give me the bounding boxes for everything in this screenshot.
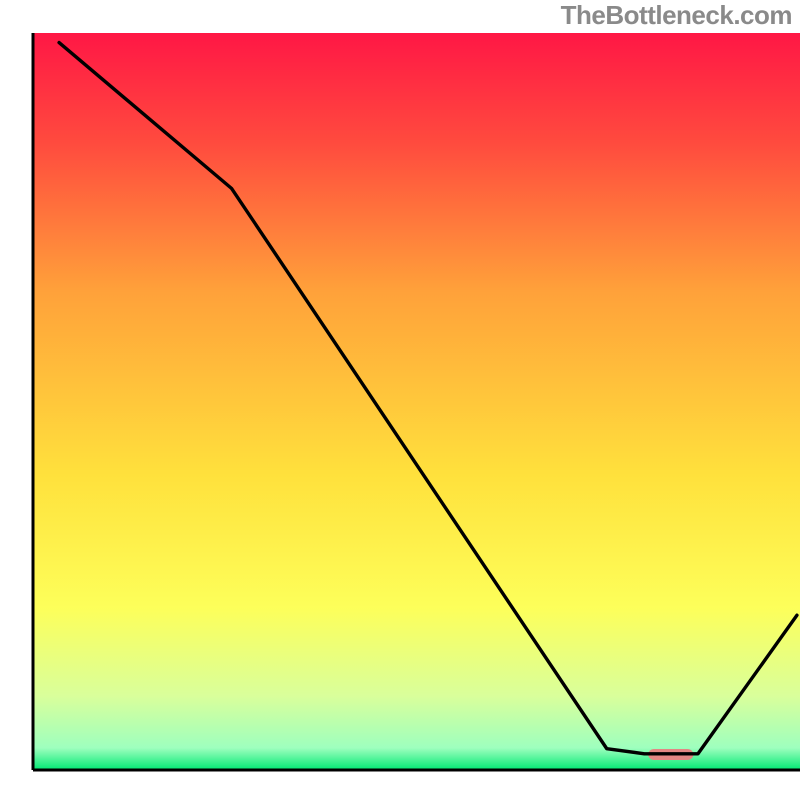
plot-background [33, 33, 800, 770]
chart-container: TheBottleneck.com [0, 0, 800, 800]
chart-svg [0, 0, 800, 800]
watermark-text: TheBottleneck.com [561, 0, 792, 31]
